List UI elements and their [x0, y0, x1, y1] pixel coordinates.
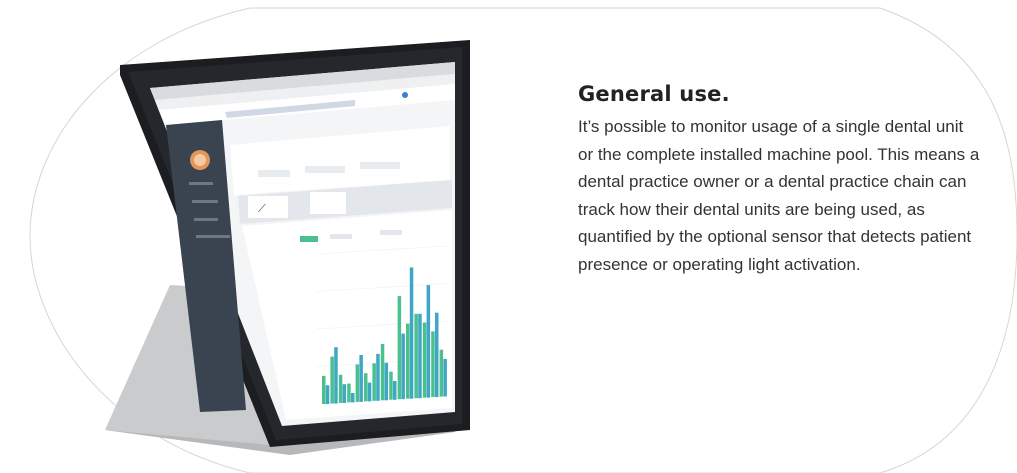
filter-field-1[interactable] [258, 170, 290, 177]
tablet-screen: ⟋ [150, 62, 455, 426]
text-block: General use. It’s possible to monitor us… [578, 82, 983, 278]
chart-bar [393, 381, 397, 400]
chart-bar [397, 296, 402, 400]
headline: General use. [578, 82, 730, 106]
chart-bar [431, 331, 435, 397]
chart-bar [325, 385, 330, 405]
dental-chair-tile[interactable] [248, 196, 288, 218]
chart-bar [334, 347, 338, 404]
chart-bar [414, 313, 418, 399]
body-text: It’s possible to monitor usage of a sing… [578, 117, 980, 274]
chart-bar [380, 344, 385, 401]
chart-bar [401, 333, 405, 400]
chart-bar [439, 349, 444, 397]
tablet-device: ⟋ [105, 40, 470, 455]
header-action-icon[interactable] [402, 92, 408, 98]
chart-bar [426, 285, 431, 398]
sidebar-item-1[interactable] [189, 182, 213, 185]
chart-bar [367, 382, 372, 402]
sidebar-item-3[interactable] [194, 218, 218, 221]
chart-bar [359, 355, 363, 402]
sidebar-item-2[interactable] [192, 200, 218, 203]
chart-bar [418, 313, 422, 399]
chart-bar [351, 393, 355, 403]
chart-bar [342, 384, 347, 403]
chart-bar [422, 322, 427, 398]
filter-field-3[interactable] [360, 162, 400, 169]
chart-bar [347, 383, 351, 403]
sidebar-item-4[interactable] [196, 235, 230, 238]
chart-toggle-active[interactable] [300, 236, 318, 242]
chart-bar [406, 323, 410, 399]
chart-bar [330, 356, 334, 404]
chart-bar [435, 312, 439, 398]
device-tile-2[interactable] [310, 192, 346, 214]
chart-bar [322, 375, 326, 404]
chart-bar [372, 363, 376, 401]
avatar-face [194, 154, 206, 166]
chart-bar [384, 362, 389, 401]
chart-bar [364, 373, 368, 402]
chart-bar [355, 364, 360, 402]
chart-bar [389, 371, 393, 400]
chart-bar [443, 359, 447, 397]
filter-field-2[interactable] [305, 166, 345, 173]
chart-toggle-2[interactable] [330, 234, 352, 239]
dental-chair-icon: ⟋ [258, 202, 266, 215]
chart-bar [338, 374, 343, 403]
chart-bar [376, 353, 380, 401]
chart-bar [409, 267, 414, 399]
chart-toggle-3[interactable] [380, 230, 402, 235]
